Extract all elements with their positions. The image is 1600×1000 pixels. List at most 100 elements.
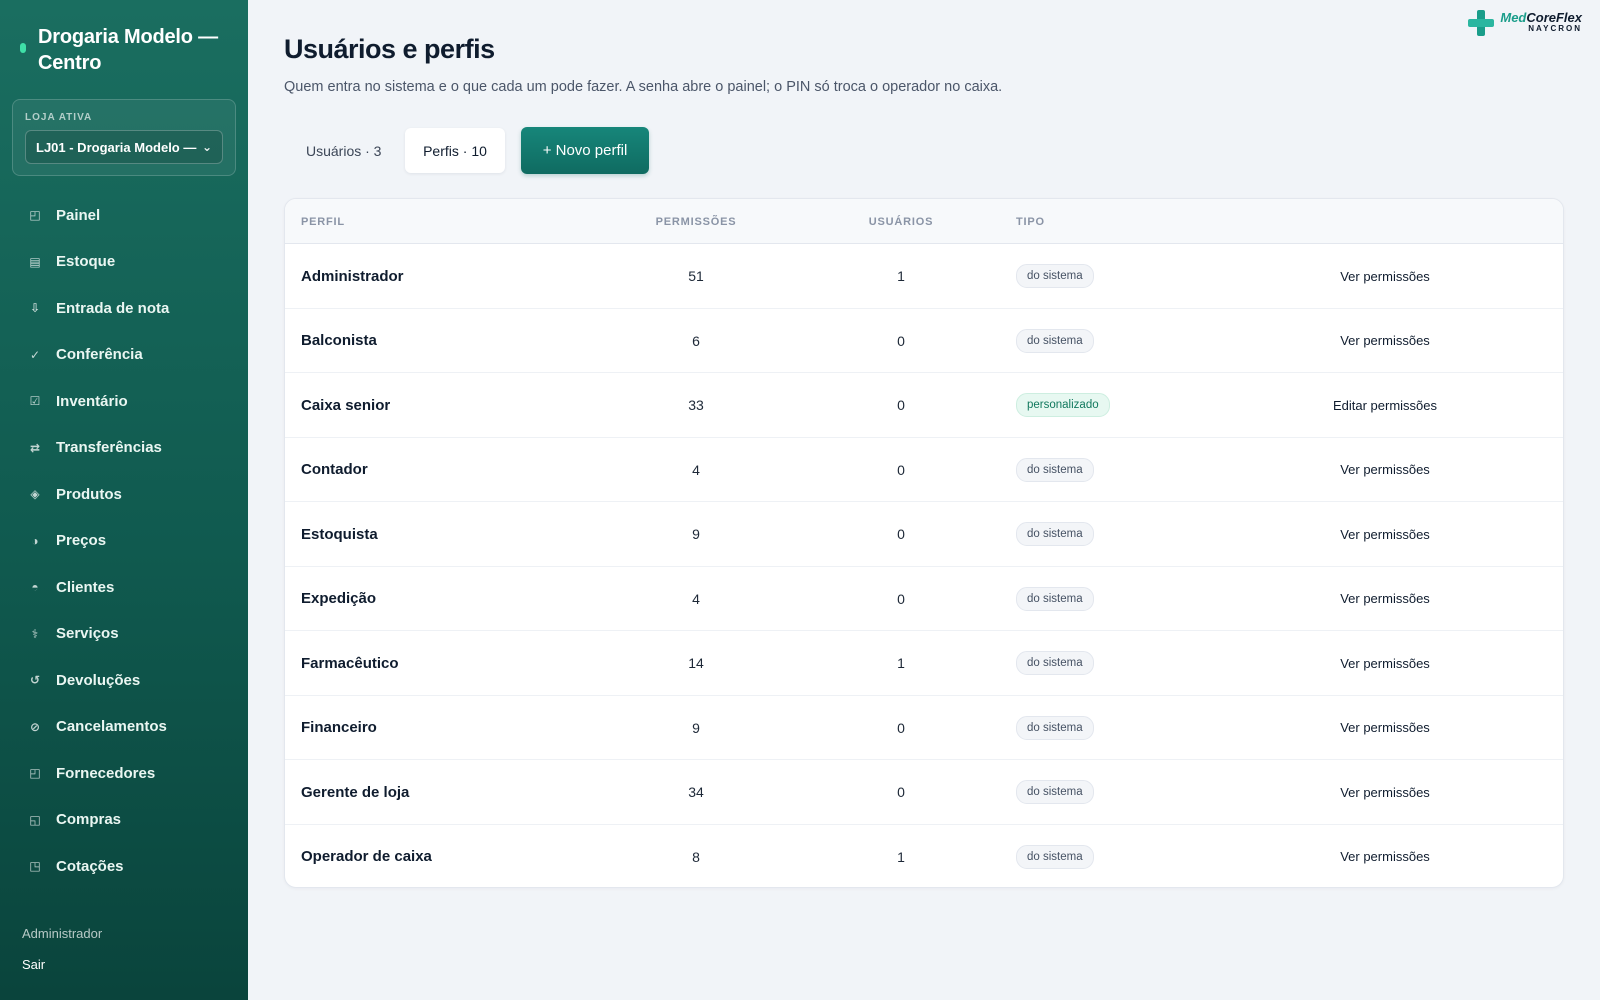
profile-name: Caixa senior (301, 396, 391, 414)
active-store-label: LOJA ATIVA (25, 112, 93, 123)
users-count: 0 (897, 526, 905, 543)
users-count: 1 (897, 655, 905, 672)
status-dot (20, 43, 26, 53)
sidebar-item-devolucoes[interactable]: ↺ Devoluções (0, 657, 248, 704)
sidebar-item-servicos[interactable]: ⚕ Serviços (0, 611, 248, 658)
type-cell: do sistema (1016, 825, 1094, 888)
entrada-de-nota-icon: ⇩ (29, 301, 41, 316)
page-subtitle: Quem entra no sistema e o que cada um po… (284, 79, 1003, 95)
sidebar-item-label: Inventário (56, 392, 128, 410)
permissions-link[interactable]: Ver permissões (1285, 438, 1485, 503)
profile-name: Gerente de loja (301, 783, 410, 801)
compras-icon: ◱ (29, 812, 41, 827)
sidebar-item-label: Painel (56, 206, 101, 224)
sidebar-item-painel[interactable]: ◰ Painel (0, 192, 248, 239)
permissions-link[interactable]: Ver permissões (1285, 244, 1485, 309)
permissions-link[interactable]: Ver permissões (1285, 760, 1485, 825)
permissions-link[interactable]: Ver permissões (1285, 631, 1485, 696)
store-name: Drogaria Modelo — Centro (38, 26, 218, 74)
sidebar-item-label: Conferência (56, 346, 143, 364)
permissions-link[interactable]: Ver permissões (1285, 696, 1485, 761)
column-header-permissions: PERMISSÕES (655, 215, 737, 228)
servicos-icon: ⚕ (31, 626, 39, 641)
sidebar-item-transferencias[interactable]: ⇄ Transferências (0, 425, 248, 472)
sidebar-item-label: Cancelamentos (56, 718, 167, 736)
current-user-role: Administrador (22, 926, 103, 941)
profile-name: Administrador (301, 267, 404, 285)
sidebar-item-cancelamentos[interactable]: ⊘ Cancelamentos (0, 704, 248, 751)
type-cell: do sistema (1016, 760, 1094, 825)
permissions-count: 51 (688, 268, 704, 285)
sidebar-item-label: Transferências (56, 439, 162, 457)
produtos-icon: ◈ (30, 487, 40, 502)
table-row: Balconista 6 0 do sistema Ver permissões (285, 309, 1563, 374)
sidebar-item-fornecedores[interactable]: ◰ Fornecedores (0, 750, 248, 797)
permissions-count: 14 (688, 655, 704, 672)
permissions-link[interactable]: Ver permissões (1285, 567, 1485, 632)
brand-logo: MedCoreFlex NAYCRON (1468, 10, 1582, 36)
sidebar-item-compras[interactable]: ◱ Compras (0, 797, 248, 844)
type-badge: do sistema (1016, 522, 1094, 547)
sidebar-item-label: Serviços (56, 625, 119, 643)
permissions-count: 33 (688, 397, 704, 414)
sidebar-item-clientes[interactable]: ◓ Clientes (0, 564, 248, 611)
table-row: Estoquista 9 0 do sistema Ver permissões (285, 502, 1563, 567)
type-badge: do sistema (1016, 586, 1094, 611)
profile-name: Contador (301, 461, 368, 479)
permissions-count: 9 (692, 526, 700, 543)
permissions-count: 8 (692, 848, 700, 865)
type-badge: do sistema (1016, 457, 1094, 482)
store-select-value: LJ01 - Drogaria Modelo — (36, 139, 197, 155)
profile-name: Estoquista (301, 525, 378, 543)
permissions-count: 9 (692, 719, 700, 736)
chevron-down-icon: ⌄ (201, 140, 212, 154)
permissions-link[interactable]: Ver permissões (1285, 309, 1485, 374)
table-row: Administrador 51 1 do sistema Ver permissões (285, 244, 1563, 309)
type-cell: do sistema (1016, 438, 1094, 503)
clientes-icon: ◓ (31, 580, 39, 595)
sidebar-item-label: Devoluções (56, 671, 141, 689)
sidebar-nav: ◰ Painel ▤ Estoque ⇩ Entrada de nota ✓ Conferên… (0, 192, 248, 890)
sidebar-item-produtos[interactable]: ◈ Produtos (0, 471, 248, 518)
users-count: 0 (897, 784, 905, 801)
permissions-link[interactable]: Ver permissões (1285, 502, 1485, 567)
sidebar-item-label: Clientes (56, 578, 115, 596)
logout-link[interactable]: Sair (22, 957, 102, 972)
estoque-icon: ▤ (29, 254, 41, 269)
users-count: 0 (897, 461, 905, 478)
sidebar-item-label: Cotações (56, 857, 124, 875)
permissions-link[interactable]: Editar permissões (1285, 373, 1485, 438)
type-cell: do sistema (1016, 696, 1094, 761)
sidebar-item-inventario[interactable]: ☑ Inventário (0, 378, 248, 425)
type-badge: do sistema (1016, 844, 1094, 869)
logo-name: MedCoreFlex (1500, 10, 1582, 25)
store-select[interactable]: LJ01 - Drogaria Modelo — ⌄ (25, 130, 223, 164)
new-profile-button[interactable]: + Novo perfil (521, 127, 649, 174)
sidebar-footer: Administrador Sair (22, 926, 102, 972)
tab-users[interactable]: Usuários · 3 (290, 128, 397, 173)
profile-name: Operador de caixa (301, 848, 432, 866)
type-cell: do sistema (1016, 631, 1094, 696)
sidebar-item-precos[interactable]: ◑ Preços (0, 518, 248, 565)
brand: Drogaria Modelo — Centro (20, 24, 240, 76)
sidebar-item-estoque[interactable]: ▤ Estoque (0, 239, 248, 286)
profile-name: Expedição (301, 590, 377, 608)
sidebar-item-entrada-de-nota[interactable]: ⇩ Entrada de nota (0, 285, 248, 332)
fornecedores-icon: ◰ (29, 766, 41, 781)
permissions-link[interactable]: Ver permissões (1285, 825, 1485, 888)
tab-profiles[interactable]: Perfis · 10 (405, 128, 505, 173)
users-count: 0 (897, 332, 905, 349)
table-row: Expedição 4 0 do sistema Ver permissões (285, 567, 1563, 632)
sidebar-item-label: Entrada de nota (56, 299, 170, 317)
type-cell: do sistema (1016, 502, 1094, 567)
permissions-count: 4 (692, 590, 700, 607)
type-badge: do sistema (1016, 651, 1094, 676)
table-row: Financeiro 9 0 do sistema Ver permissões (285, 696, 1563, 761)
type-badge: do sistema (1016, 715, 1094, 740)
column-header-type: TIPO (1016, 215, 1045, 228)
users-count: 0 (897, 590, 905, 607)
column-header-profile: PERFIL (301, 215, 345, 228)
sidebar-item-conferencia[interactable]: ✓ Conferência (0, 332, 248, 379)
type-badge: personalizado (1016, 393, 1110, 418)
sidebar-item-cotacoes[interactable]: ◳ Cotações (0, 843, 248, 890)
